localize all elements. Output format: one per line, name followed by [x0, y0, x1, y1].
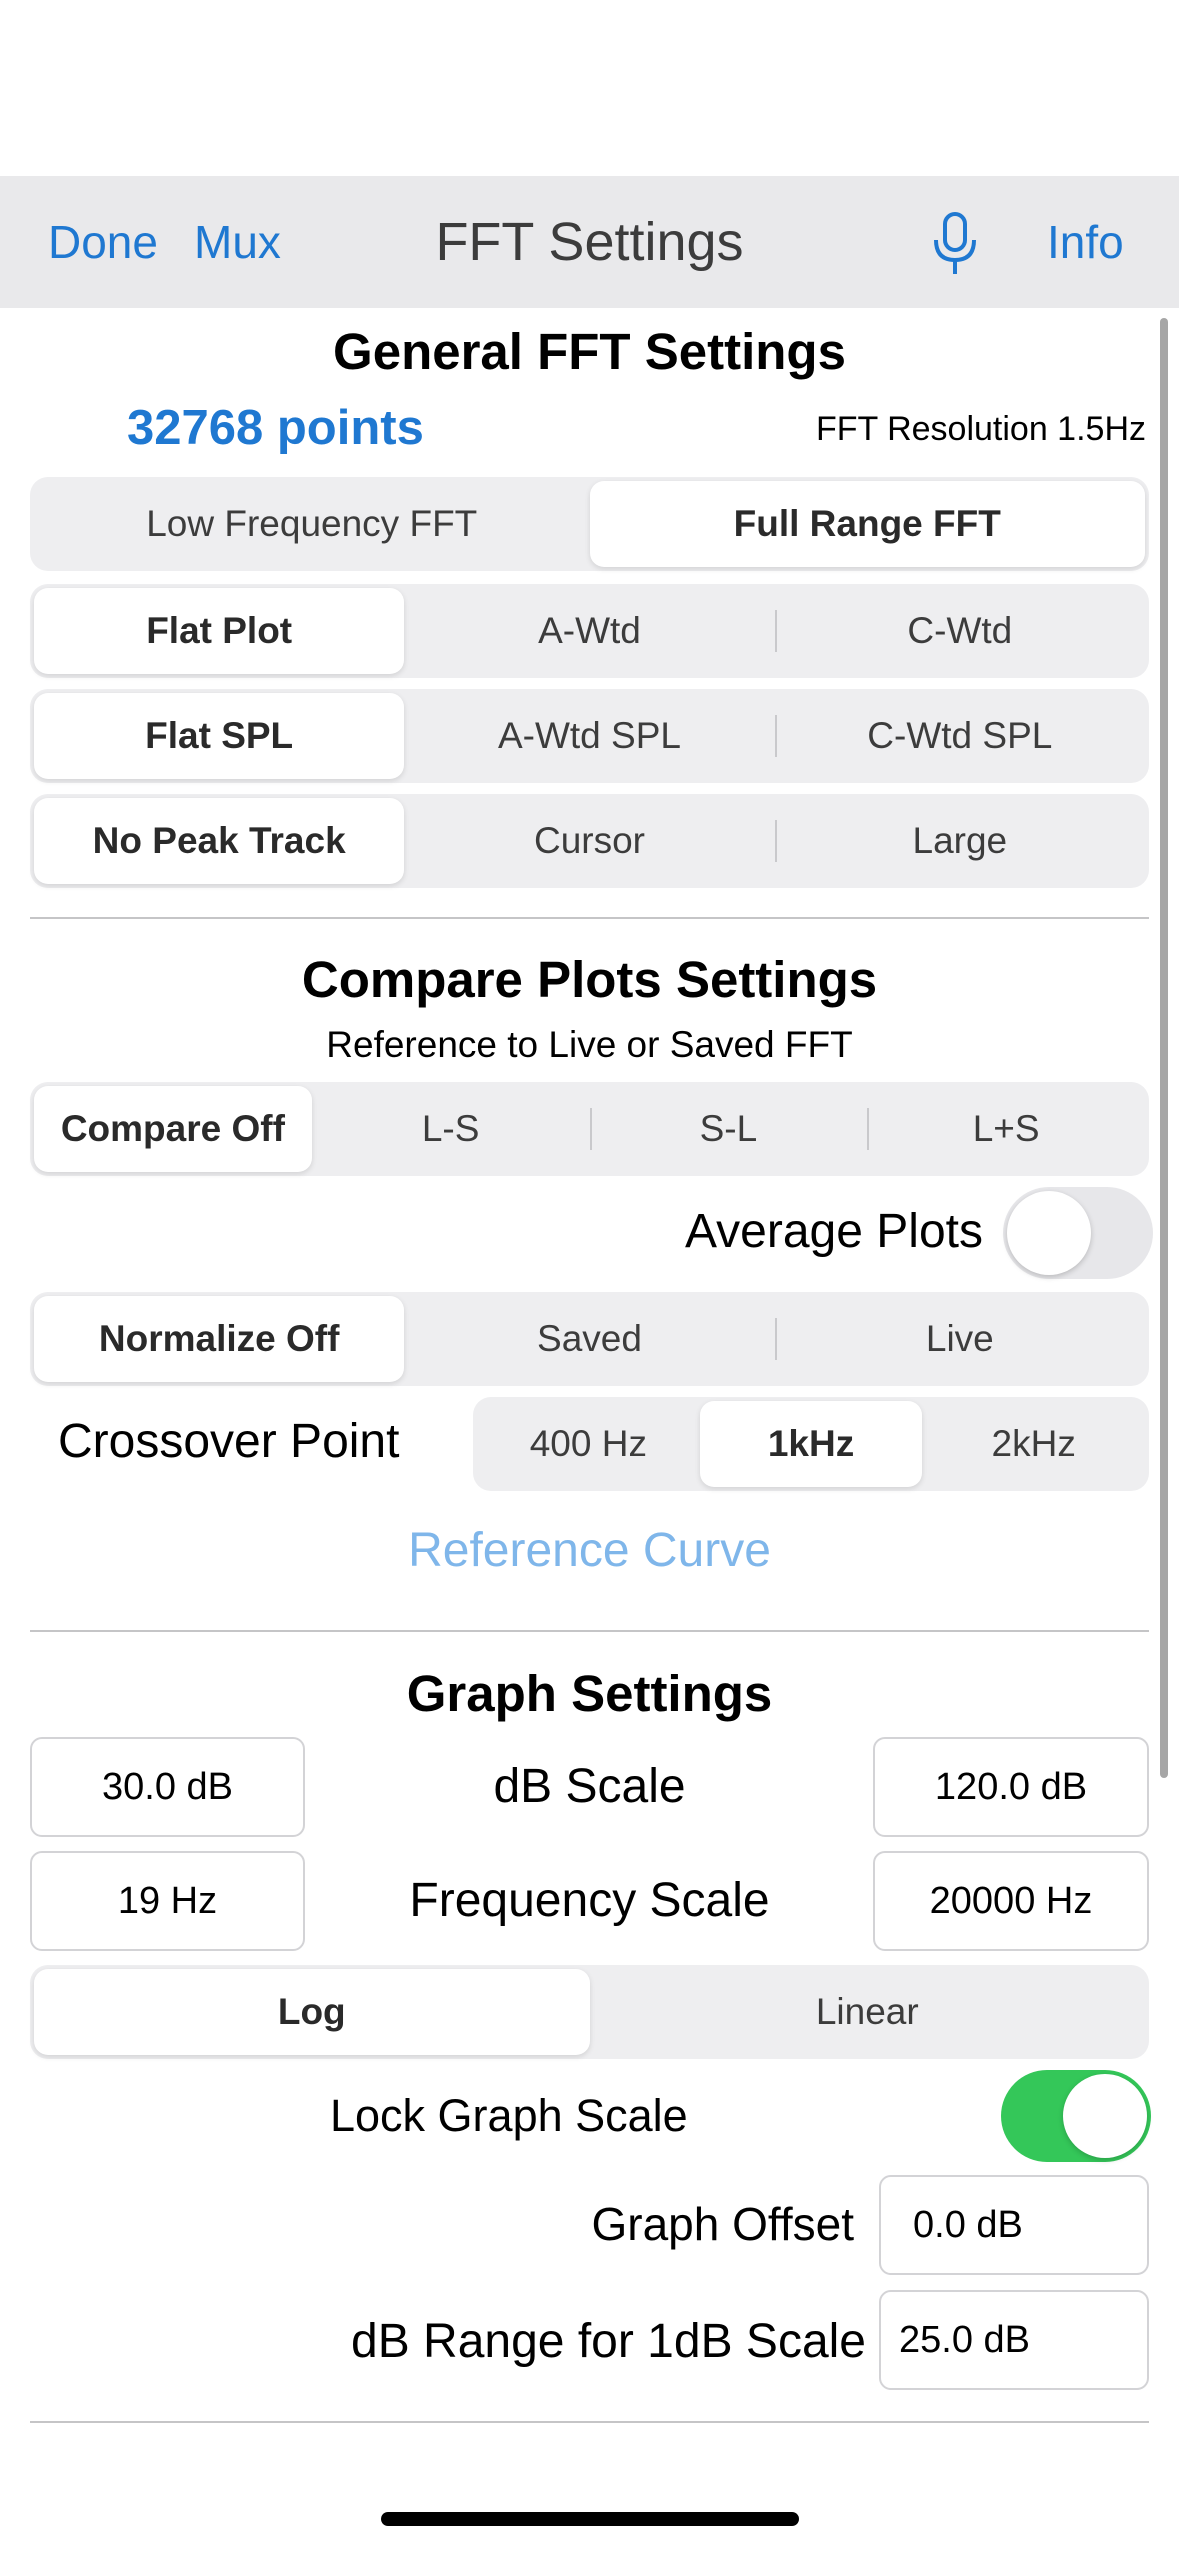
- average-plots-toggle[interactable]: [1003, 1187, 1153, 1279]
- lock-graph-scale-label: Lock Graph Scale: [330, 2090, 688, 2141]
- segment-low-frequency-fft[interactable]: Low Frequency FFT: [34, 481, 590, 567]
- compare-plots-settings-title: Compare Plots Settings: [301, 951, 878, 1008]
- segment-log[interactable]: Log: [34, 1969, 590, 2055]
- lock-graph-scale-toggle[interactable]: [1001, 2070, 1151, 2162]
- segment-s-l[interactable]: S-L: [589, 1086, 868, 1172]
- segment-flat-plot[interactable]: Flat Plot: [34, 588, 405, 674]
- page-title: FFT Settings: [435, 212, 744, 272]
- segment-flat-spl[interactable]: Flat SPL: [34, 693, 405, 779]
- graph-offset-label: Graph Offset: [591, 2198, 854, 2250]
- normalize-segmented-control[interactable]: Normalize Off Saved Live: [30, 1292, 1149, 1386]
- segment-a-wtd[interactable]: A-Wtd: [404, 588, 774, 674]
- fft-resolution-label: FFT Resolution 1.5Hz: [815, 410, 1146, 448]
- compare-subtitle: Reference to Live or Saved FFT: [326, 1024, 853, 1065]
- peak-track-segmented-control[interactable]: No Peak Track Cursor Large: [30, 794, 1149, 888]
- section-divider: [30, 917, 1149, 919]
- graph-settings-title: Graph Settings: [406, 1665, 773, 1722]
- segment-2khz[interactable]: 2kHz: [922, 1401, 1145, 1487]
- microphone-icon[interactable]: [930, 212, 980, 276]
- segment-l-plus-s[interactable]: L+S: [867, 1086, 1145, 1172]
- freq-max-field[interactable]: 20000 Hz: [873, 1851, 1149, 1951]
- segment-no-peak-track[interactable]: No Peak Track: [34, 798, 405, 884]
- section-divider: [30, 1630, 1149, 1632]
- segment-l-s[interactable]: L-S: [312, 1086, 590, 1172]
- segment-c-wtd[interactable]: C-Wtd: [774, 588, 1145, 674]
- segment-full-range-fft[interactable]: Full Range FFT: [589, 481, 1145, 567]
- mux-button[interactable]: Mux: [194, 176, 281, 308]
- average-plots-label: Average Plots: [685, 1205, 983, 1258]
- segment-large[interactable]: Large: [774, 798, 1145, 884]
- reference-curve-button[interactable]: Reference Curve: [0, 1523, 1179, 1578]
- crossover-segmented-control[interactable]: 400 Hz 1kHz 2kHz: [473, 1397, 1149, 1491]
- segment-live[interactable]: Live: [774, 1296, 1145, 1382]
- segment-1khz[interactable]: 1kHz: [699, 1401, 923, 1487]
- db-range-field[interactable]: 25.0 dB: [879, 2290, 1149, 2390]
- segment-linear[interactable]: Linear: [590, 1969, 1146, 2055]
- scale-type-segmented-control[interactable]: Log Linear: [30, 1965, 1149, 2059]
- graph-offset-field[interactable]: 0.0 dB: [879, 2175, 1149, 2275]
- plot-weighting-segmented-control[interactable]: Flat Plot A-Wtd C-Wtd: [30, 584, 1149, 678]
- spl-weighting-segmented-control[interactable]: Flat SPL A-Wtd SPL C-Wtd SPL: [30, 689, 1149, 783]
- section-divider: [30, 2421, 1149, 2423]
- general-fft-settings-title: General FFT Settings: [333, 323, 846, 380]
- toggle-knob: [1007, 1191, 1091, 1275]
- navigation-bar: FFT Settings Done Mux Info: [0, 176, 1179, 308]
- compare-segmented-control[interactable]: Compare Off L-S S-L L+S: [30, 1082, 1149, 1176]
- fft-points-label[interactable]: 32768 points: [127, 400, 424, 456]
- crossover-point-label: Crossover Point: [58, 1415, 400, 1468]
- db-max-field[interactable]: 120.0 dB: [873, 1737, 1149, 1837]
- segment-c-wtd-spl[interactable]: C-Wtd SPL: [774, 693, 1145, 779]
- segment-normalize-off[interactable]: Normalize Off: [34, 1296, 405, 1382]
- segment-cursor[interactable]: Cursor: [404, 798, 774, 884]
- home-indicator[interactable]: [381, 2512, 799, 2526]
- segment-400-hz[interactable]: 400 Hz: [477, 1401, 700, 1487]
- segment-saved[interactable]: Saved: [404, 1296, 774, 1382]
- toggle-knob: [1063, 2074, 1147, 2158]
- segment-a-wtd-spl[interactable]: A-Wtd SPL: [404, 693, 774, 779]
- done-button[interactable]: Done: [48, 176, 158, 308]
- db-range-label: dB Range for 1dB Scale: [351, 2315, 866, 2368]
- info-button[interactable]: Info: [1047, 176, 1124, 308]
- segment-compare-off[interactable]: Compare Off: [34, 1086, 312, 1172]
- fft-range-segmented-control[interactable]: Low Frequency FFT Full Range FFT: [30, 477, 1149, 571]
